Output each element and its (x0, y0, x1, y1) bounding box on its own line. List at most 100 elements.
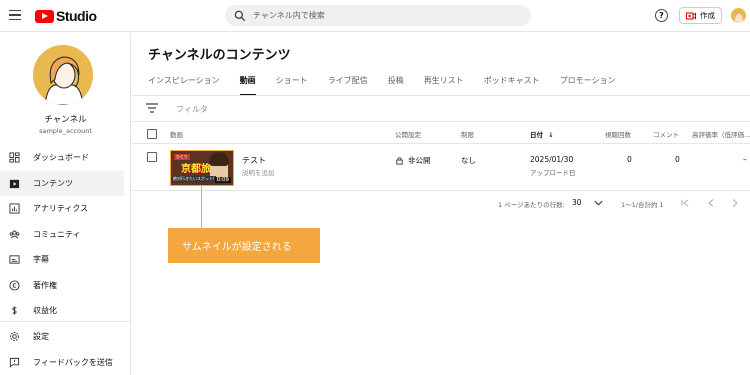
top-bar: Studio チャンネル内で検索 ? 作成 (0, 0, 750, 32)
chevron-down-icon[interactable] (594, 199, 603, 207)
account-avatar[interactable] (731, 8, 746, 23)
lock-icon (396, 157, 403, 165)
help-icon[interactable]: ? (655, 9, 668, 22)
tab-inspiration[interactable]: インスピレーション (148, 75, 220, 94)
gear-icon (9, 331, 20, 342)
likes-value: – (743, 155, 747, 164)
hamburger-menu-icon[interactable] (9, 10, 21, 20)
sidebar-item-dashboard[interactable]: ダッシュボード (0, 145, 131, 171)
table-row[interactable]: ひとり 京都旅 絶対行きたいスポット! 0:09 テスト 説明を追加 非公開 な… (132, 144, 750, 191)
sidebar-item-label: アナリティクス (33, 204, 89, 214)
channel-name: チャンネル (44, 115, 87, 125)
sidebar-item-label: 著作権 (33, 280, 57, 290)
search-placeholder: チャンネル内で検索 (253, 11, 325, 20)
sidebar-item-feedback[interactable]: フィードバックを送信 (0, 350, 131, 375)
video-title[interactable]: テスト (242, 155, 266, 166)
tab-videos[interactable]: 動画 (239, 75, 256, 96)
sidebar-nav: ダッシュボード コンテンツ アナリティクス コミュニティ 字幕 著作権 収益化 (0, 145, 131, 324)
filter-icon[interactable] (146, 103, 158, 113)
visibility-cell[interactable]: 非公開 (395, 155, 431, 166)
tab-promotions[interactable]: プロモーション (560, 75, 616, 94)
copyright-icon (9, 280, 20, 291)
sidebar-item-analytics[interactable]: アナリティクス (0, 196, 131, 222)
column-comments[interactable]: コメント (653, 129, 679, 139)
thumbnail-title-text: 京都旅 (181, 164, 211, 175)
tab-posts[interactable]: 投稿 (388, 75, 404, 94)
column-visibility[interactable]: 公開設定 (395, 129, 421, 139)
column-video: 動画 (170, 131, 183, 139)
sidebar-bottom-nav: 設定 フィードバックを送信 (0, 324, 131, 375)
sidebar-item-content[interactable]: コンテンツ (0, 170, 124, 196)
create-button[interactable]: 作成 (679, 7, 722, 24)
youtube-logo-icon (35, 9, 54, 23)
avatar-illustration-icon (734, 11, 743, 23)
sidebar-item-label: フィードバックを送信 (33, 357, 113, 367)
sidebar-item-label: 字幕 (33, 255, 49, 265)
page-range: 1〜1/合計約 1 (621, 201, 664, 209)
column-restrictions[interactable]: 制限 (461, 129, 474, 139)
thumbnail-subtitle-text: 絶対行きたいスポット! (172, 176, 216, 182)
sidebar-item-label: ダッシュボード (33, 153, 89, 163)
rows-per-page-select[interactable]: 30 (572, 198, 582, 207)
video-duration: 0:09 (214, 177, 231, 183)
sidebar-item-copyright[interactable]: 著作権 (0, 273, 131, 299)
prev-page-icon[interactable] (706, 198, 716, 208)
channel-avatar[interactable] (33, 45, 93, 105)
subtitles-icon (9, 254, 20, 265)
dollar-icon (9, 305, 20, 316)
search-bar[interactable]: チャンネル内で検索 (225, 5, 531, 26)
select-all-checkbox[interactable] (147, 129, 157, 139)
avatar-illustration-icon (33, 45, 93, 105)
feedback-icon (9, 357, 20, 368)
callout-connector (201, 186, 202, 228)
dashboard-icon (9, 152, 20, 163)
thumbnail-hair-image (209, 152, 229, 166)
channel-handle: sample_account (39, 127, 92, 135)
views-value: 0 (627, 155, 632, 164)
sidebar-item-label: 設定 (33, 332, 49, 342)
content-icon (9, 178, 20, 189)
visibility-value: 非公開 (408, 156, 431, 165)
create-video-icon (686, 12, 696, 19)
tab-shorts[interactable]: ショート (276, 75, 308, 94)
sidebar-item-subtitles[interactable]: 字幕 (0, 247, 131, 273)
sidebar-item-settings[interactable]: 設定 (0, 324, 131, 350)
filter-input[interactable]: フィルタ (176, 104, 208, 115)
column-views[interactable]: 視聴回数 (605, 129, 631, 139)
studio-logo[interactable]: Studio (35, 8, 97, 24)
video-description[interactable]: 説明を追加 (242, 167, 275, 177)
first-page-icon[interactable] (680, 198, 690, 208)
restrictions-value: なし (461, 156, 476, 165)
annotation-callout: サムネイルが設定される (168, 228, 320, 263)
page-title: チャンネルのコンテンツ (148, 48, 291, 63)
tab-podcasts[interactable]: ポッドキャスト (484, 75, 540, 94)
tab-playlists[interactable]: 再生リスト (424, 75, 464, 94)
sidebar-item-community[interactable]: コミュニティ (0, 222, 131, 248)
search-icon (234, 10, 246, 21)
next-page-icon[interactable] (730, 198, 740, 208)
sidebar-divider (0, 321, 131, 322)
video-thumbnail[interactable]: ひとり 京都旅 絶対行きたいスポット! 0:09 (170, 150, 234, 186)
sidebar-item-label: コミュニティ (33, 229, 81, 239)
column-date[interactable]: 日付 ↓ (530, 129, 554, 139)
tab-live[interactable]: ライブ配信 (328, 75, 368, 94)
table-header: 動画 公開設定 制限 日付 ↓ 視聴回数 コメント 高評価率（低評価... (132, 122, 750, 144)
community-icon (9, 229, 20, 240)
content-tabs: インスピレーション 動画 ショート ライブ配信 投稿 再生リスト ポッドキャスト… (148, 75, 636, 96)
date-status: アップロード日 (530, 169, 576, 177)
filter-bar: フィルタ (132, 96, 750, 122)
row-checkbox[interactable] (147, 152, 157, 162)
comments-value: 0 (675, 155, 680, 164)
sidebar-item-monetization[interactable]: 収益化 (0, 298, 131, 324)
main-content: チャンネルのコンテンツ インスピレーション 動画 ショート ライブ配信 投稿 再… (132, 33, 750, 375)
sidebar: チャンネル sample_account ダッシュボード コンテンツ アナリティ… (0, 33, 131, 375)
rows-per-page-label: 1 ページあたりの行数: (498, 201, 565, 209)
sidebar-item-label: コンテンツ (33, 178, 73, 188)
analytics-icon (9, 203, 20, 214)
column-likes[interactable]: 高評価率（低評価... (692, 129, 750, 139)
create-label: 作成 (700, 11, 715, 20)
logo-text: Studio (56, 8, 97, 24)
sidebar-item-label: 収益化 (33, 306, 57, 316)
date-value: 2025/01/30 (530, 155, 574, 164)
pagination-bar: 1 ページあたりの行数: 30 1〜1/合計約 1 (132, 192, 750, 216)
